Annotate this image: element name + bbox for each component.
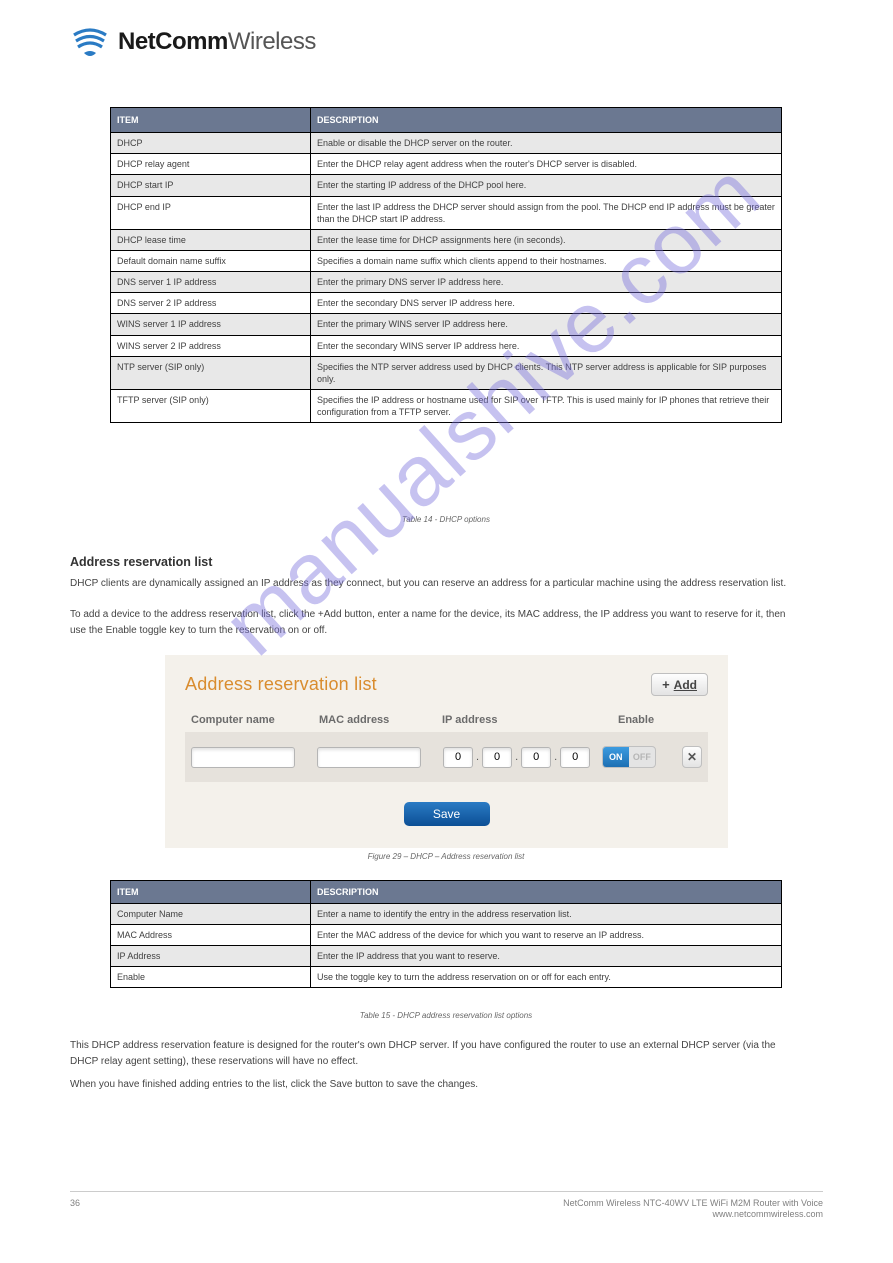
- table-cell: DHCP: [111, 133, 311, 154]
- panel-title: Address reservation list: [185, 674, 377, 695]
- table-cell: DNS server 1 IP address: [111, 272, 311, 293]
- table-cell: Enable: [111, 967, 311, 988]
- enable-toggle[interactable]: ON OFF: [602, 746, 656, 768]
- table-cell: Enter a name to identify the entry in th…: [311, 904, 782, 925]
- ip-octet-3[interactable]: [521, 747, 551, 768]
- table-cell: Default domain name suffix: [111, 250, 311, 271]
- table-cell: Enter the MAC address of the device for …: [311, 925, 782, 946]
- figure-caption: Figure 29 – DHCP – Address reservation l…: [110, 852, 782, 861]
- table-cell: Enter the last IP address the DHCP serve…: [311, 196, 782, 229]
- table-cell: Enter the IP address that you want to re…: [311, 946, 782, 967]
- table-cell: Enter the secondary DNS server IP addres…: [311, 293, 782, 314]
- table-cell: DHCP relay agent: [111, 154, 311, 175]
- table-cell: Enter the starting IP address of the DHC…: [311, 175, 782, 196]
- table-cell: Enter the primary DNS server IP address …: [311, 272, 782, 293]
- logo-text: NetCommWireless: [118, 28, 316, 56]
- computer-name-input[interactable]: [191, 747, 295, 768]
- col-header-enable: Enable: [618, 714, 688, 726]
- table-header-item: ITEM: [111, 881, 311, 904]
- footer-url: www.netcommwireless.com: [563, 1209, 823, 1221]
- intro-p1: DHCP clients are dynamically assigned an…: [70, 578, 786, 589]
- table-cell: Use the toggle key to turn the address r…: [311, 967, 782, 988]
- ip-input-group: . . .: [443, 747, 602, 768]
- section-heading: Address reservation list: [70, 555, 212, 569]
- table-cell: IP Address: [111, 946, 311, 967]
- table-caption: Table 15 - DHCP address reservation list…: [110, 1011, 782, 1020]
- table-cell: DHCP end IP: [111, 196, 311, 229]
- brand-logo: NetCommWireless: [70, 25, 316, 59]
- mac-address-input[interactable]: [317, 747, 421, 768]
- footer-product: NetComm Wireless NTC-40WV LTE WiFi M2M R…: [563, 1198, 823, 1210]
- table-header-desc: DESCRIPTION: [311, 108, 782, 133]
- table-cell: Computer Name: [111, 904, 311, 925]
- ip-dot: .: [553, 751, 558, 763]
- dhcp-options-table: ITEM DESCRIPTION DHCPEnable or disable t…: [110, 107, 782, 423]
- save-button[interactable]: Save: [404, 802, 490, 826]
- col-header-computer: Computer name: [191, 714, 319, 726]
- intro-text: DHCP clients are dynamically assigned an…: [70, 576, 790, 638]
- reservation-fields-table: ITEM DESCRIPTION Computer NameEnter a na…: [110, 880, 782, 988]
- footer-right: NetComm Wireless NTC-40WV LTE WiFi M2M R…: [563, 1198, 823, 1221]
- table-cell: WINS server 2 IP address: [111, 335, 311, 356]
- closing-text: This DHCP address reservation feature is…: [70, 1038, 790, 1101]
- table-cell: DHCP lease time: [111, 229, 311, 250]
- table-caption: Table 14 - DHCP options: [110, 515, 782, 524]
- table-cell: Specifies the NTP server address used by…: [311, 356, 782, 389]
- toggle-on-label: ON: [603, 747, 629, 767]
- col-header-ip: IP address: [442, 714, 618, 726]
- table-cell: MAC Address: [111, 925, 311, 946]
- table-cell: DHCP start IP: [111, 175, 311, 196]
- col-header-mac: MAC address: [319, 714, 442, 726]
- table-header-desc: DESCRIPTION: [311, 881, 782, 904]
- remove-row-button[interactable]: ✕: [682, 746, 702, 768]
- table-cell: NTP server (SIP only): [111, 356, 311, 389]
- table-cell: Enter the secondary WINS server IP addre…: [311, 335, 782, 356]
- ip-dot: .: [475, 751, 480, 763]
- table-cell: Specifies a domain name suffix which cli…: [311, 250, 782, 271]
- footer-page-number: 36: [70, 1198, 80, 1221]
- column-headers: Computer name MAC address IP address Ena…: [185, 714, 708, 726]
- ip-octet-4[interactable]: [560, 747, 590, 768]
- closing-p1: This DHCP address reservation feature is…: [70, 1038, 790, 1069]
- table-cell: Specifies the IP address or hostname use…: [311, 389, 782, 422]
- netcomm-logo-icon: [70, 25, 110, 59]
- reservation-row: . . . ON OFF ✕: [185, 732, 708, 782]
- address-reservation-panel: Address reservation list + Add Computer …: [165, 655, 728, 848]
- table-cell: TFTP server (SIP only): [111, 389, 311, 422]
- ip-dot: .: [514, 751, 519, 763]
- close-icon: ✕: [687, 750, 697, 764]
- table-cell: Enable or disable the DHCP server on the…: [311, 133, 782, 154]
- toggle-off-label: OFF: [629, 747, 655, 767]
- plus-icon: +: [662, 677, 670, 692]
- table-cell: DNS server 2 IP address: [111, 293, 311, 314]
- table-cell: WINS server 1 IP address: [111, 314, 311, 335]
- ip-octet-1[interactable]: [443, 747, 473, 768]
- ip-octet-2[interactable]: [482, 747, 512, 768]
- intro-p2: To add a device to the address reservati…: [70, 609, 785, 636]
- table-cell: Enter the lease time for DHCP assignment…: [311, 229, 782, 250]
- add-button-label: Add: [674, 678, 697, 692]
- page-footer: 36 NetComm Wireless NTC-40WV LTE WiFi M2…: [70, 1191, 823, 1221]
- closing-p2: When you have finished adding entries to…: [70, 1077, 790, 1093]
- table-cell: Enter the DHCP relay agent address when …: [311, 154, 782, 175]
- table-header-item: ITEM: [111, 108, 311, 133]
- add-button[interactable]: + Add: [651, 673, 708, 696]
- table-cell: Enter the primary WINS server IP address…: [311, 314, 782, 335]
